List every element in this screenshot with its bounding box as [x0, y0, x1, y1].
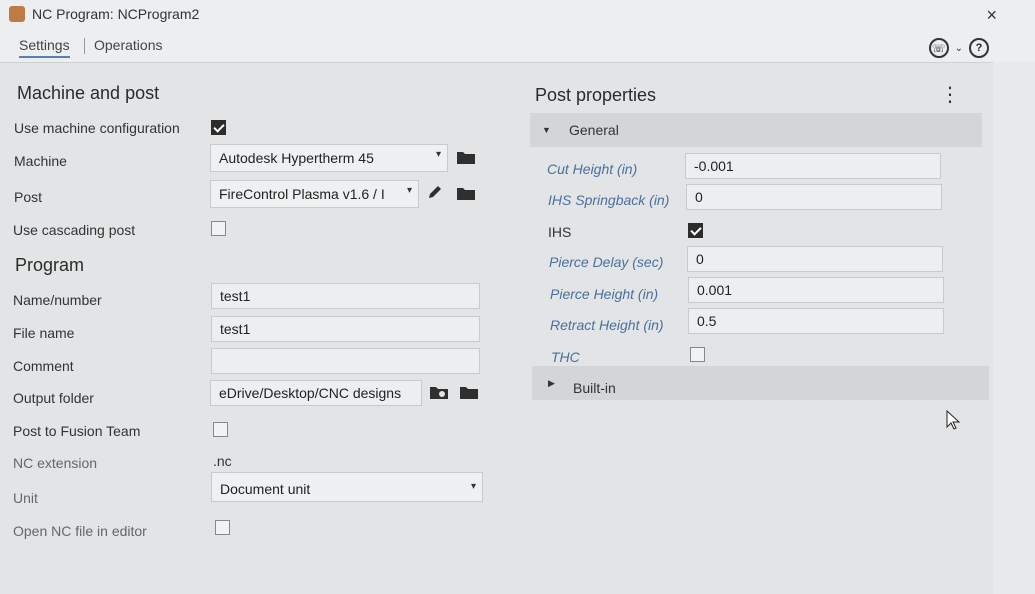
- nc-program-dialog: NC Program: NCProgram2 × Settings Operat…: [0, 0, 1035, 594]
- tab-bar: Settings Operations: [0, 32, 1035, 62]
- ihs-label: IHS: [548, 224, 572, 240]
- comment-input[interactable]: [211, 348, 480, 374]
- support-icon[interactable]: ☏: [928, 38, 949, 58]
- post-folder-icon[interactable]: [457, 187, 475, 200]
- open-nc-editor-label: Open NC file in editor: [13, 523, 147, 539]
- post-fusion-team-checkbox[interactable]: [213, 422, 228, 437]
- collapse-triangle-icon: ▶: [548, 378, 555, 388]
- title-bar: NC Program: NCProgram2 ×: [0, 0, 1035, 32]
- thc-label: THC: [551, 349, 580, 365]
- use-machine-config-label: Use machine configuration: [14, 120, 180, 136]
- file-name-label: File name: [13, 325, 75, 341]
- machine-folder-icon[interactable]: [457, 151, 475, 164]
- chevron-down-icon[interactable]: ⌄: [955, 43, 963, 54]
- more-options-icon[interactable]: ⋮: [940, 82, 960, 107]
- general-group-label: General: [569, 122, 619, 138]
- post-fusion-team-label: Post to Fusion Team: [13, 423, 141, 439]
- output-folder-label: Output folder: [13, 390, 94, 406]
- mouse-cursor-icon: [946, 409, 961, 430]
- expand-triangle-icon: ▼: [542, 125, 551, 135]
- ihs-springback-input[interactable]: 0: [686, 184, 942, 210]
- pierce-delay-label: Pierce Delay (sec): [549, 254, 664, 270]
- post-value: FireControl Plasma v1.6 / I: [219, 186, 385, 202]
- post-properties-title: Post properties: [535, 85, 657, 105]
- nc-extension-value: .nc: [213, 453, 232, 469]
- file-name-input[interactable]: test1: [211, 316, 480, 342]
- use-cascading-post-checkbox[interactable]: [211, 221, 226, 236]
- nc-extension-label: NC extension: [13, 455, 98, 471]
- chevron-down-icon: ▾: [406, 185, 412, 196]
- post-label: Post: [14, 189, 43, 205]
- ihs-checkbox[interactable]: [688, 223, 703, 238]
- pierce-height-label: Pierce Height (in): [550, 286, 659, 302]
- unit-value: Document unit: [220, 481, 311, 497]
- retract-height-label: Retract Height (in): [550, 317, 664, 333]
- name-number-label: Name/number: [13, 292, 102, 308]
- machine-label: Machine: [14, 153, 67, 169]
- help-icon[interactable]: ?: [969, 38, 989, 58]
- chevron-down-icon: ▾: [435, 149, 441, 160]
- tab-operations[interactable]: Operations: [94, 37, 162, 53]
- app-icon: [9, 6, 25, 22]
- program-section-title: Program: [15, 255, 85, 275]
- close-button[interactable]: ×: [986, 5, 997, 26]
- thc-checkbox[interactable]: [690, 347, 705, 362]
- window-title: NC Program: NCProgram2: [32, 6, 200, 22]
- post-select[interactable]: FireControl Plasma v1.6 / I ▾: [210, 180, 419, 208]
- pierce-height-input[interactable]: 0.001: [688, 277, 944, 303]
- machine-value: Autodesk Hypertherm 45: [219, 150, 374, 166]
- cut-height-input[interactable]: -0.001: [685, 153, 941, 179]
- tab-settings[interactable]: Settings: [19, 37, 70, 58]
- machine-section-title: Machine and post: [17, 83, 160, 103]
- unit-select[interactable]: Document unit ▾: [211, 472, 483, 502]
- output-folder-input[interactable]: eDrive/Desktop/CNC designs: [210, 380, 422, 406]
- cut-height-label: Cut Height (in): [547, 161, 638, 177]
- pierce-delay-input[interactable]: 0: [687, 246, 943, 272]
- open-folder-icon[interactable]: [430, 386, 448, 399]
- general-group-header[interactable]: ▼ General: [530, 113, 982, 147]
- unit-label: Unit: [13, 490, 38, 506]
- edit-post-icon[interactable]: [427, 184, 443, 200]
- tab-divider: [84, 38, 85, 54]
- use-cascading-post-label: Use cascading post: [13, 222, 136, 238]
- ihs-springback-label: IHS Springback (in): [548, 192, 670, 208]
- chevron-down-icon: ▾: [470, 481, 476, 492]
- retract-height-input[interactable]: 0.5: [688, 308, 944, 334]
- use-machine-config-checkbox[interactable]: [211, 120, 226, 135]
- header-icons: ☏ ⌄ ?: [928, 38, 989, 58]
- builtin-group-label: Built-in: [573, 380, 616, 396]
- comment-label: Comment: [13, 358, 74, 374]
- machine-select[interactable]: Autodesk Hypertherm 45 ▾: [210, 144, 448, 172]
- open-nc-editor-checkbox[interactable]: [215, 520, 230, 535]
- browse-folder-icon[interactable]: [460, 386, 478, 399]
- name-number-input[interactable]: test1: [211, 283, 480, 309]
- builtin-group-header[interactable]: ▶ Built-in: [532, 366, 989, 400]
